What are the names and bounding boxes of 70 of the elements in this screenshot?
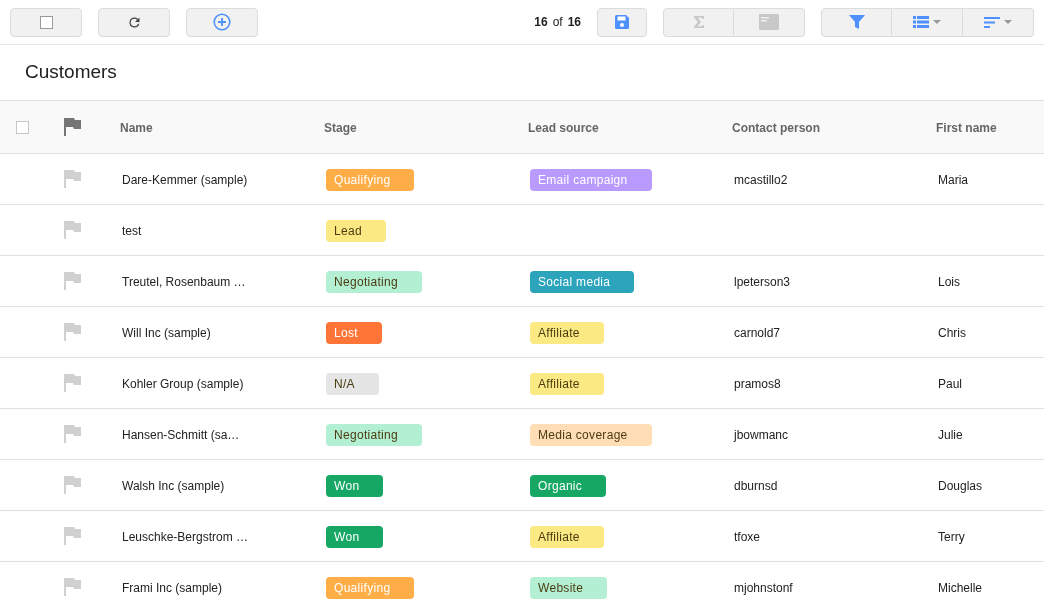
caret-icon bbox=[1004, 20, 1012, 24]
save-icon bbox=[614, 14, 630, 30]
table-cell: Treutel, Rosenbaum … bbox=[122, 275, 246, 289]
caret-icon bbox=[933, 20, 941, 24]
tag: Lead bbox=[326, 220, 386, 242]
record-count: 16 of 16 bbox=[534, 14, 581, 31]
tag: Website bbox=[530, 577, 608, 599]
table-cell: Paul bbox=[938, 377, 963, 391]
checkbox-icon bbox=[39, 15, 53, 29]
table-cell: Chris bbox=[938, 326, 966, 340]
table-cell: Hansen-Schmitt (sa… bbox=[122, 428, 240, 442]
column-header[interactable]: Contact person bbox=[732, 121, 820, 135]
refresh-button[interactable] bbox=[98, 7, 170, 37]
table-cell: Leuschke-Bergstrom … bbox=[122, 530, 249, 544]
tag: Negotiating bbox=[326, 424, 422, 446]
select-button[interactable] bbox=[10, 7, 82, 37]
table-cell: lpeterson3 bbox=[734, 275, 791, 289]
tag: Negotiating bbox=[326, 271, 422, 293]
table-cell: mcastillo2 bbox=[734, 173, 788, 187]
save-button[interactable] bbox=[597, 7, 647, 37]
table-cell: test bbox=[122, 224, 142, 238]
table-cell: Dare-Kemmer (sample) bbox=[122, 173, 248, 187]
panel-button[interactable] bbox=[734, 7, 805, 37]
select-all-checkbox[interactable] bbox=[16, 120, 29, 134]
table-cell: carnold7 bbox=[734, 326, 781, 340]
tag: N/A bbox=[326, 373, 379, 395]
column-header[interactable]: Name bbox=[120, 121, 153, 135]
tag: Qualifying bbox=[326, 577, 415, 599]
tag: Affiliate bbox=[530, 373, 604, 395]
filter-button[interactable] bbox=[821, 7, 892, 37]
table-cell: Walsh Inc (sample) bbox=[122, 479, 225, 493]
column-header[interactable]: Stage bbox=[324, 121, 357, 135]
table-cell: Douglas bbox=[938, 479, 983, 493]
tag: Affiliate bbox=[530, 526, 604, 548]
table-cell: Kohler Group (sample) bbox=[122, 377, 244, 391]
table-cell: Lois bbox=[938, 275, 960, 289]
sigma-icon bbox=[692, 15, 705, 29]
sort-dropdown-button[interactable] bbox=[963, 7, 1034, 37]
tag: Media coverage bbox=[530, 424, 652, 446]
column-header[interactable]: Lead source bbox=[528, 121, 599, 135]
tag: Social media bbox=[530, 271, 635, 293]
table-cell: Julie bbox=[938, 428, 963, 442]
flag-icon bbox=[64, 118, 81, 136]
panel-icon bbox=[759, 14, 779, 30]
table-cell: tfoxe bbox=[734, 530, 760, 544]
plus-circle-icon bbox=[213, 13, 231, 31]
sort-icon bbox=[984, 16, 1000, 28]
table-cell: Frami Inc (sample) bbox=[122, 581, 222, 595]
add-button[interactable] bbox=[186, 7, 258, 37]
tag: Affiliate bbox=[530, 322, 604, 344]
columns-dropdown-button[interactable] bbox=[892, 7, 963, 37]
table-cell: Will Inc (sample) bbox=[122, 326, 211, 340]
table-cell: dburnsd bbox=[734, 479, 778, 493]
column-header[interactable]: First name bbox=[936, 121, 997, 135]
table-cell: Terry bbox=[938, 530, 965, 544]
list-icon bbox=[913, 16, 929, 28]
table-cell: jbowmanc bbox=[734, 428, 789, 442]
page-title: Customers bbox=[25, 60, 117, 85]
tag: Lost bbox=[326, 322, 382, 344]
filter-icon bbox=[848, 14, 865, 30]
tag: Won bbox=[326, 475, 384, 497]
sum-button[interactable] bbox=[663, 7, 734, 37]
tag: Won bbox=[326, 526, 384, 548]
table-cell: Michelle bbox=[938, 581, 982, 595]
table-cell: mjohnstonf bbox=[734, 581, 793, 595]
table-cell: pramos8 bbox=[734, 377, 781, 391]
tag: Qualifying bbox=[326, 169, 415, 191]
table-cell: Maria bbox=[938, 173, 968, 187]
tag: Organic bbox=[530, 475, 607, 497]
tag: Email campaign bbox=[530, 169, 652, 191]
